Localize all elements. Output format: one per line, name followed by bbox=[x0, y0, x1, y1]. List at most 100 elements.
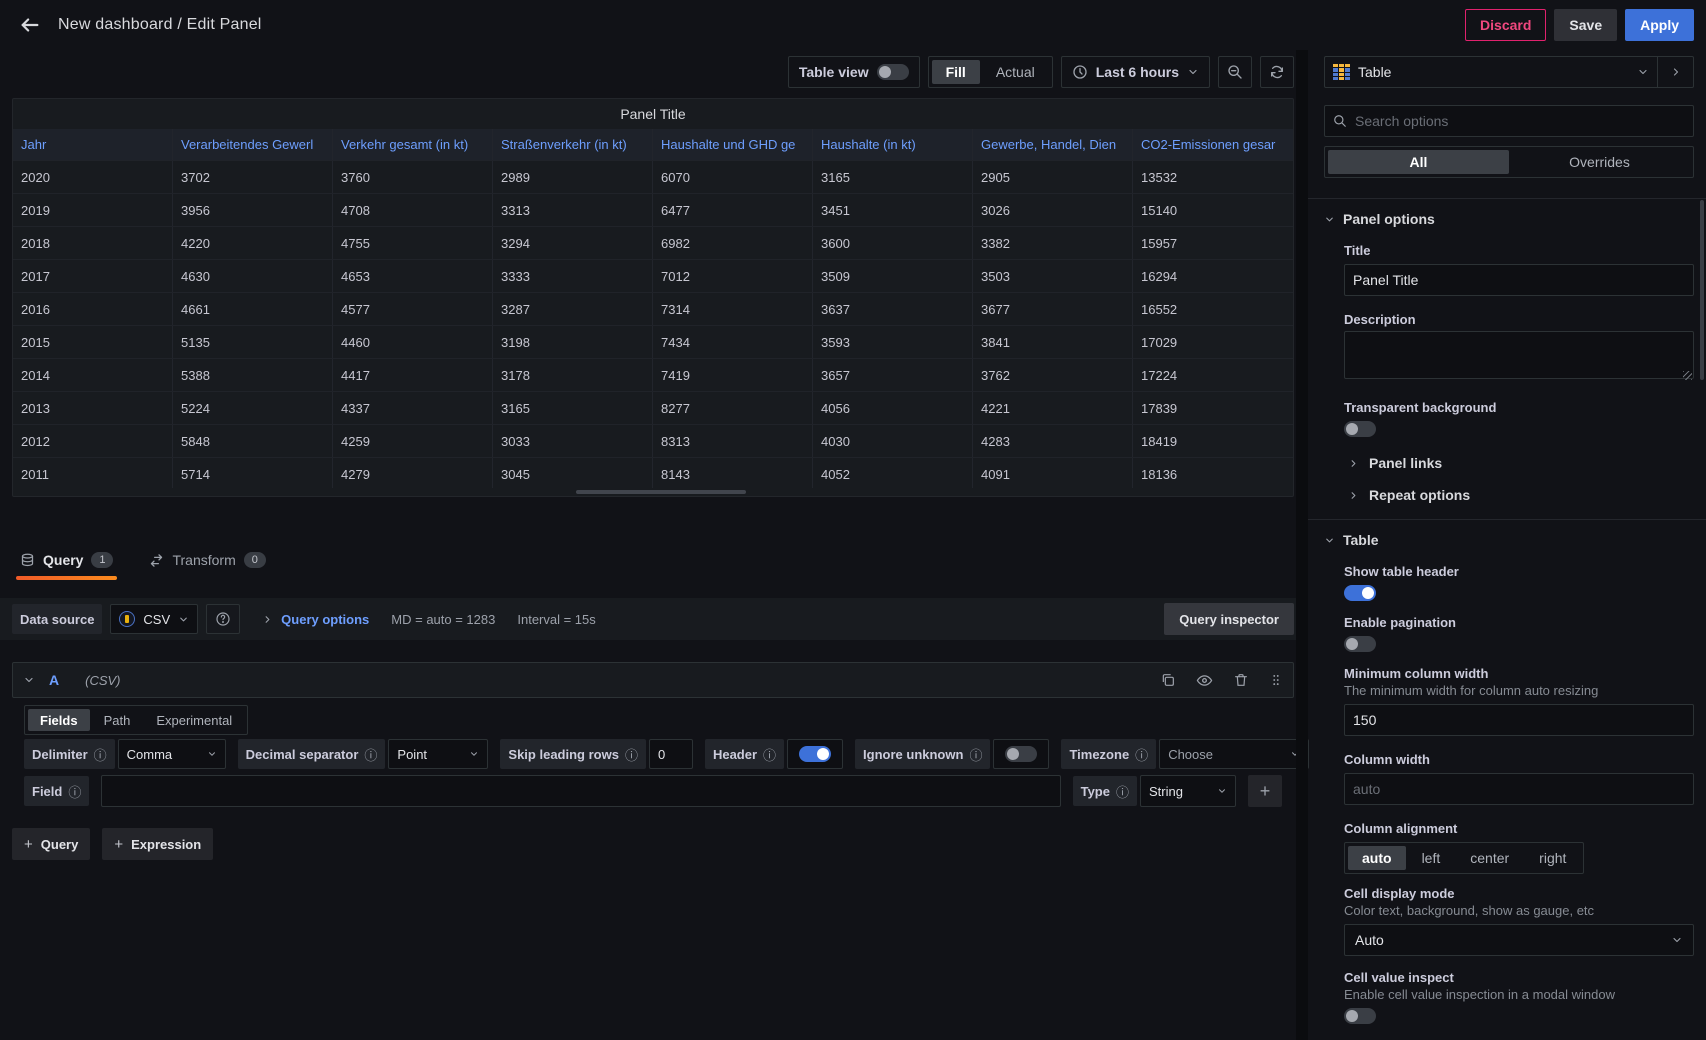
table-cell: 4661 bbox=[173, 293, 333, 325]
tab-all[interactable]: All bbox=[1328, 150, 1509, 174]
panel-links-section[interactable]: Panel links bbox=[1348, 451, 1694, 475]
query-options-toggle[interactable]: Query options bbox=[262, 612, 369, 627]
cell-display-mode-description: Color text, background, show as gauge, e… bbox=[1344, 903, 1694, 918]
trash-icon[interactable] bbox=[1233, 672, 1249, 689]
alignment-auto[interactable]: auto bbox=[1348, 846, 1406, 870]
query-inspector-button[interactable]: Query inspector bbox=[1164, 603, 1294, 635]
alignment-right[interactable]: right bbox=[1525, 846, 1580, 870]
chevron-right-icon bbox=[262, 614, 273, 625]
table-header-cell[interactable]: Gewerbe, Handel, Dien bbox=[973, 129, 1133, 160]
transparent-background-switch[interactable] bbox=[1344, 421, 1376, 437]
fill-option[interactable]: Fill bbox=[932, 60, 980, 84]
query-options-label: Query options bbox=[281, 612, 369, 627]
table-cell: 3841 bbox=[973, 326, 1133, 358]
description-textarea[interactable] bbox=[1344, 331, 1694, 379]
ignore-unknown-switch[interactable] bbox=[1005, 746, 1037, 762]
skip-leading-rows-input[interactable] bbox=[649, 739, 693, 769]
table-cell: 2905 bbox=[973, 161, 1133, 193]
timezone-select[interactable]: Choose bbox=[1159, 739, 1309, 769]
chevron-down-icon bbox=[1671, 934, 1683, 946]
table-cell: 16294 bbox=[1133, 260, 1293, 292]
add-field-button[interactable]: + bbox=[1248, 775, 1282, 807]
table-header-cell[interactable]: Verarbeitendes Gewerl bbox=[173, 129, 333, 160]
table-header-cell[interactable]: Verkehr gesamt (in kt) bbox=[333, 129, 493, 160]
search-options-input[interactable] bbox=[1355, 113, 1685, 129]
repeat-options-section[interactable]: Repeat options bbox=[1348, 483, 1694, 507]
table-cell: 3294 bbox=[493, 227, 653, 259]
add-expression-button[interactable]: + Expression bbox=[102, 828, 213, 860]
chevron-down-icon bbox=[1324, 535, 1335, 546]
refresh-button[interactable] bbox=[1260, 56, 1294, 88]
skip-leading-rows-label: Skip leading rowsⓘ bbox=[500, 739, 646, 769]
table-cell: 4755 bbox=[333, 227, 493, 259]
zoom-out-button[interactable] bbox=[1218, 56, 1252, 88]
info-icon: ⓘ bbox=[969, 745, 982, 764]
add-query-button[interactable]: + Query bbox=[12, 828, 90, 860]
apply-button[interactable]: Apply bbox=[1625, 9, 1694, 41]
table-view-toggle-group: Table view bbox=[788, 56, 920, 88]
csv-datasource-icon bbox=[119, 611, 135, 627]
visualization-picker[interactable]: Table bbox=[1324, 56, 1658, 88]
drag-handle-icon[interactable] bbox=[1269, 672, 1283, 689]
field-input[interactable] bbox=[101, 775, 1060, 807]
panel-title[interactable]: Panel Title bbox=[13, 99, 1293, 129]
chevron-right-icon bbox=[1670, 66, 1682, 78]
chevron-down-icon bbox=[1187, 66, 1199, 78]
delimiter-select[interactable]: Comma bbox=[118, 739, 226, 769]
table-header-cell[interactable]: Jahr bbox=[13, 129, 173, 160]
table-header-cell[interactable]: Haushalte und GHD ge bbox=[653, 129, 813, 160]
cell-value-inspect-switch[interactable] bbox=[1344, 1008, 1376, 1024]
tab-fields[interactable]: Fields bbox=[28, 709, 90, 731]
tab-path[interactable]: Path bbox=[92, 709, 143, 731]
table-cell: 18419 bbox=[1133, 425, 1293, 457]
resize-handle[interactable] bbox=[1683, 371, 1692, 380]
tab-query[interactable]: Query 1 bbox=[16, 548, 117, 580]
datasource-select[interactable]: CSV bbox=[110, 604, 198, 634]
header-switch[interactable] bbox=[799, 746, 831, 762]
table-cell: 4279 bbox=[333, 458, 493, 488]
query-ref-id[interactable]: A bbox=[49, 672, 59, 688]
show-table-header-switch[interactable] bbox=[1344, 585, 1376, 601]
save-button[interactable]: Save bbox=[1554, 9, 1617, 41]
table-cell: 3702 bbox=[173, 161, 333, 193]
pane-divider[interactable] bbox=[1296, 50, 1308, 1040]
datasource-help-button[interactable] bbox=[206, 604, 240, 634]
actual-option[interactable]: Actual bbox=[982, 60, 1049, 84]
data-table: JahrVerarbeitendes GewerlVerkehr gesamt … bbox=[13, 129, 1293, 488]
chevron-down-icon bbox=[207, 749, 217, 759]
back-arrow-icon[interactable] bbox=[12, 7, 48, 43]
table-header-cell[interactable]: CO2-Emissionen gesar bbox=[1133, 129, 1293, 160]
duplicate-query-icon[interactable] bbox=[1160, 672, 1176, 689]
panel-title-input[interactable] bbox=[1344, 264, 1694, 296]
table-cell: 4091 bbox=[973, 458, 1133, 488]
table-cell: 2989 bbox=[493, 161, 653, 193]
alignment-center[interactable]: center bbox=[1456, 846, 1523, 870]
table-header-cell[interactable]: Straßenverkehr (in kt) bbox=[493, 129, 653, 160]
table-section-header[interactable]: Table bbox=[1324, 532, 1694, 548]
time-range-picker[interactable]: Last 6 hours bbox=[1061, 56, 1210, 88]
horizontal-scrollbar[interactable] bbox=[576, 490, 746, 494]
query-row-header[interactable]: A (CSV) bbox=[12, 662, 1294, 698]
sidebar-scrollbar[interactable] bbox=[1700, 200, 1704, 380]
column-width-input[interactable] bbox=[1344, 773, 1694, 805]
discard-button[interactable]: Discard bbox=[1465, 9, 1546, 41]
tab-transform[interactable]: Transform 0 bbox=[145, 548, 269, 580]
query-editor-row: A (CSV) Fie bbox=[12, 662, 1294, 807]
eye-icon[interactable] bbox=[1196, 672, 1213, 689]
table-cell: 7012 bbox=[653, 260, 813, 292]
table-row: 201453884417317874193657376217224 bbox=[13, 358, 1293, 391]
cell-display-mode-select[interactable]: Auto bbox=[1344, 924, 1694, 956]
table-header-cell[interactable]: Haushalte (in kt) bbox=[813, 129, 973, 160]
decimal-separator-select[interactable]: Point bbox=[388, 739, 488, 769]
min-column-width-input[interactable] bbox=[1344, 704, 1694, 736]
tab-experimental[interactable]: Experimental bbox=[144, 709, 244, 731]
table-view-switch[interactable] bbox=[877, 64, 909, 80]
enable-pagination-switch[interactable] bbox=[1344, 636, 1376, 652]
type-select[interactable]: String bbox=[1140, 775, 1236, 807]
table-panel: Panel Title JahrVerarbeitendes GewerlVer… bbox=[12, 98, 1294, 497]
tab-overrides[interactable]: Overrides bbox=[1509, 150, 1690, 174]
panel-options-section-header[interactable]: Panel options bbox=[1324, 211, 1694, 227]
alignment-left[interactable]: left bbox=[1408, 846, 1455, 870]
collapse-options-button[interactable] bbox=[1658, 56, 1694, 88]
chevron-down-icon[interactable] bbox=[23, 674, 35, 686]
